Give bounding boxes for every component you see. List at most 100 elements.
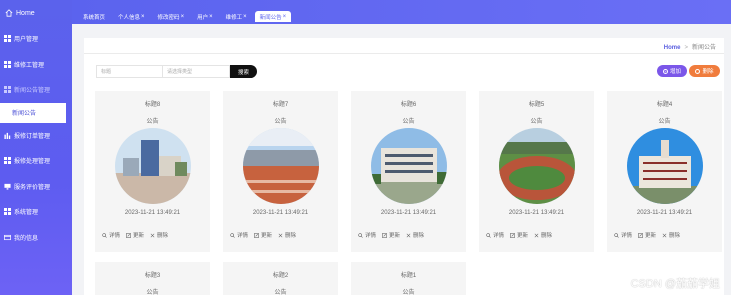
news-card[interactable]: 标题3 公告 [95,262,210,295]
sidebar-item-label: 系统管理 [14,210,39,217]
bar-chart-icon [4,132,11,139]
sidebar-item-profile[interactable]: 我的信息 [0,225,72,251]
news-image [499,128,575,204]
edit-button[interactable]: 更新 [638,231,656,239]
card-type: 公告 [402,290,415,295]
edit-icon [510,232,515,238]
remove-button[interactable]: 删除 [662,231,680,239]
breadcrumb-separator: > [684,45,688,51]
sidebar-item-label: 服务评价管理 [14,184,51,191]
detail-label: 详情 [237,233,249,239]
sidebar-subitem-news[interactable]: 新闻公告 [0,102,66,123]
close-icon[interactable]: × [243,14,247,20]
news-image [371,128,447,204]
card-type: 公告 [658,119,671,125]
add-button[interactable]: + 增加 [657,65,687,77]
news-card[interactable]: 标题5 公告 2023-11-21 13:49:21 详情 更新 删除 [479,91,594,252]
search-icon [486,232,491,238]
sidebar-subitem-label: 新闻公告 [12,111,37,117]
close-icon[interactable]: × [181,14,185,20]
brand-label: Home [16,9,35,17]
search-icon [230,232,235,238]
sidebar-item-label: 用户管理 [14,37,39,44]
remove-label: 删除 [157,233,169,239]
tab-users[interactable]: 用户 × [192,11,218,22]
sidebar-brand[interactable]: Home [0,0,72,26]
remove-button[interactable]: 删除 [278,231,296,239]
edit-button[interactable]: 更新 [126,231,144,239]
news-card[interactable]: 标题2 公告 [223,262,338,295]
news-card[interactable]: 标题4 公告 2023-11-21 13:49:21 详情 更新 删除 [607,91,722,252]
card-title: 标题8 [144,102,161,108]
news-card[interactable]: 标题6 公告 2023-11-21 13:49:21 详情 更新 删除 [351,91,466,252]
tab-label: 维修工 [225,14,243,21]
sidebar-item-reviews[interactable]: 服务评价管理 [0,174,72,200]
watermark: CSDN @茄茄学姐 [630,278,720,290]
sidebar-item-system[interactable]: 系统管理 [0,199,72,225]
sidebar-item-orders[interactable]: 报修订单管理 [0,123,72,149]
detail-button[interactable]: 详情 [358,231,376,239]
edit-label: 更新 [133,233,145,239]
remove-button[interactable]: 删除 [406,231,424,239]
card-title: 标题7 [272,102,289,108]
close-icon[interactable]: × [283,14,287,20]
news-image [115,128,191,204]
tab-profile[interactable]: 个人信息 × [113,11,150,22]
close-icon [150,233,155,237]
news-card[interactable]: 标题7 公告 2023-11-21 13:49:21 详情 更新 删除 [223,91,338,252]
news-card[interactable]: 标题1 公告 [351,262,466,295]
tab-news[interactable]: 新闻公告 × [254,11,292,22]
detail-label: 详情 [109,233,121,239]
type-select[interactable]: 请选择类型 [163,65,230,78]
edit-button[interactable]: 更新 [510,231,528,239]
tab-password[interactable]: 修改密码 × [153,11,190,22]
detail-label: 详情 [621,233,633,239]
edit-button[interactable]: 更新 [382,231,400,239]
sidebar-item-label: 维修工管理 [14,62,45,69]
detail-button[interactable]: 详情 [102,231,120,239]
edit-icon [638,232,643,238]
edit-button[interactable]: 更新 [254,231,272,239]
news-image [627,128,703,204]
card-time: 2023-11-21 13:49:21 [636,210,693,216]
remove-label: 删除 [413,233,425,239]
tab-home[interactable]: 系统首页 [78,11,110,22]
card-type: 公告 [402,119,415,125]
sidebar-item-processing[interactable]: 报修处理管理 [0,148,72,174]
remove-label: 删除 [541,233,553,239]
delete-button[interactable]: - 删除 [689,65,720,77]
sidebar-item-users[interactable]: 用户管理 [0,26,72,52]
card-actions: 详情 更新 删除 [102,231,168,239]
card-actions: 详情 更新 删除 [358,231,424,239]
sidebar-item-repairers[interactable]: 维修工管理 [0,52,72,78]
grid-icon [4,35,11,43]
search-icon [358,232,363,238]
sidebar-item-label: 报修订单管理 [14,133,51,140]
close-icon [278,233,283,237]
detail-button[interactable]: 详情 [230,231,248,239]
title-search-input[interactable]: 标题 [96,65,163,78]
sidebar-item-news[interactable]: 新闻公告管理 [0,77,72,103]
card-title: 标题1 [400,273,417,279]
card-title: 标题3 [144,273,161,279]
remove-button[interactable]: 删除 [150,231,168,239]
news-card[interactable]: 标题8 公告 2023-11-21 13:49:21 详情 更新 删除 [95,91,210,252]
minus-circle-icon: - [695,68,701,74]
edit-label: 更新 [645,233,657,239]
close-icon [534,233,539,237]
edit-label: 更新 [261,233,273,239]
tab-label: 修改密码 [157,14,180,21]
plus-circle-icon: + [662,68,668,74]
tab-repairers[interactable]: 维修工 × [221,11,252,22]
content-panel: Home > 新闻公告 标题 请选择类型 搜索 + 增加 - 删除 标题8 公告 202… [84,38,724,295]
remove-button[interactable]: 删除 [534,231,552,239]
news-image [243,128,319,204]
detail-button[interactable]: 详情 [486,231,504,239]
close-icon[interactable]: × [141,14,145,20]
tab-label: 系统首页 [83,14,106,21]
detail-button[interactable]: 详情 [614,231,632,239]
breadcrumb-home[interactable]: Home [664,45,681,51]
close-icon[interactable]: × [209,14,213,20]
search-button[interactable]: 搜索 [230,65,257,78]
card-title: 标题4 [656,102,673,108]
